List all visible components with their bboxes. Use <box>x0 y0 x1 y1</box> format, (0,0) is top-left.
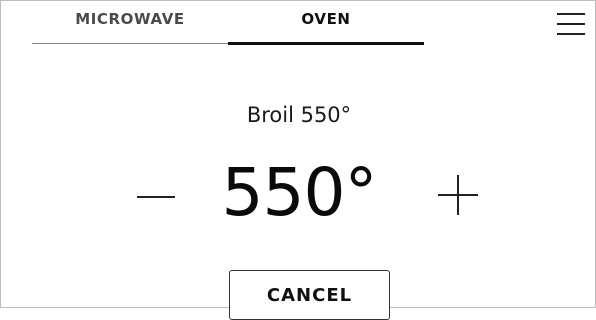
menu-line <box>557 23 585 25</box>
cooking-mode-label: Broil 550° <box>246 103 352 127</box>
menu-line <box>557 33 585 35</box>
minus-icon <box>137 196 175 198</box>
temperature-value: 550° <box>221 154 378 231</box>
tab-bar: MICROWAVE OVEN <box>32 1 424 45</box>
decrease-temperature-button[interactable] <box>135 169 179 213</box>
tab-microwave-label: MICROWAVE <box>75 10 185 28</box>
cancel-button-label: CANCEL <box>266 284 353 306</box>
menu-line <box>557 13 585 15</box>
tab-oven[interactable]: OVEN <box>228 1 424 45</box>
active-tab-indicator <box>228 42 424 45</box>
oven-control-panel: MICROWAVE OVEN Broil 550° 550° CANCEL <box>0 0 596 320</box>
increase-temperature-button[interactable] <box>436 173 480 217</box>
plus-icon-vertical <box>457 175 459 215</box>
cancel-button[interactable]: CANCEL <box>229 270 390 320</box>
tab-oven-label: OVEN <box>301 10 351 28</box>
hamburger-menu-icon[interactable] <box>557 11 585 37</box>
tab-microwave[interactable]: MICROWAVE <box>32 1 228 44</box>
